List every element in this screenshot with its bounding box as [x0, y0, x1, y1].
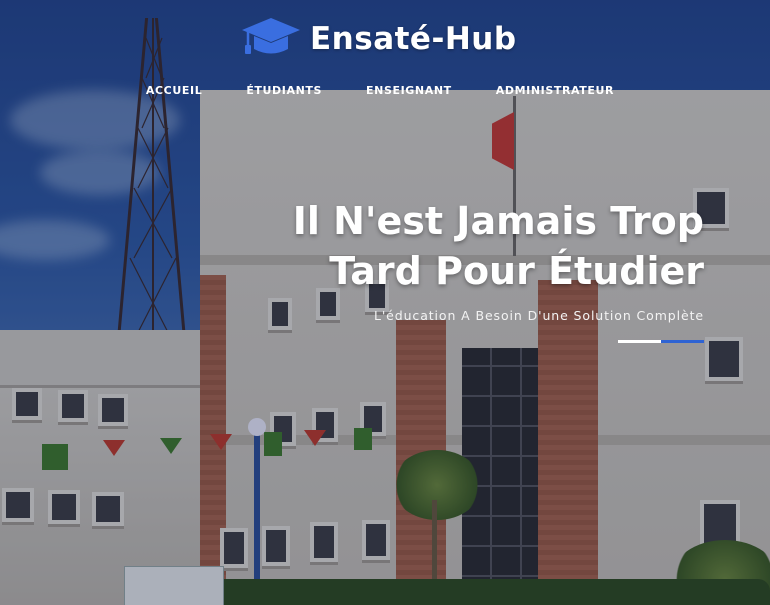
- nav-item-etudiants[interactable]: ÉTUDIANTS: [224, 84, 344, 97]
- main-navigation: ACCUEIL ÉTUDIANTS ENSEIGNANT ADMINISTRAT…: [0, 84, 770, 97]
- graduation-cap-icon: [240, 16, 302, 62]
- hero-title: Il N'est Jamais Trop Tard Pour Étudier: [293, 196, 704, 296]
- hero-section: Il N'est Jamais Trop Tard Pour Étudier L…: [293, 196, 704, 323]
- nav-item-accueil[interactable]: ACCUEIL: [124, 84, 224, 97]
- divider-accent-segment: [661, 340, 704, 343]
- brand-title: Ensaté-Hub: [310, 21, 517, 57]
- brand-logo[interactable]: Ensaté-Hub: [240, 14, 517, 64]
- divider-white-segment: [618, 340, 661, 343]
- nav-item-administrateur[interactable]: ADMINISTRATEUR: [474, 84, 636, 97]
- hero-divider: [618, 340, 704, 343]
- hero-title-line-1: Il N'est Jamais Trop: [292, 199, 704, 243]
- hero-title-line-2: Tard Pour Étudier: [329, 249, 704, 293]
- nav-item-enseignant[interactable]: ENSEIGNANT: [344, 84, 474, 97]
- hero-subtitle: L'éducation A Besoin D'une Solution Comp…: [373, 308, 704, 323]
